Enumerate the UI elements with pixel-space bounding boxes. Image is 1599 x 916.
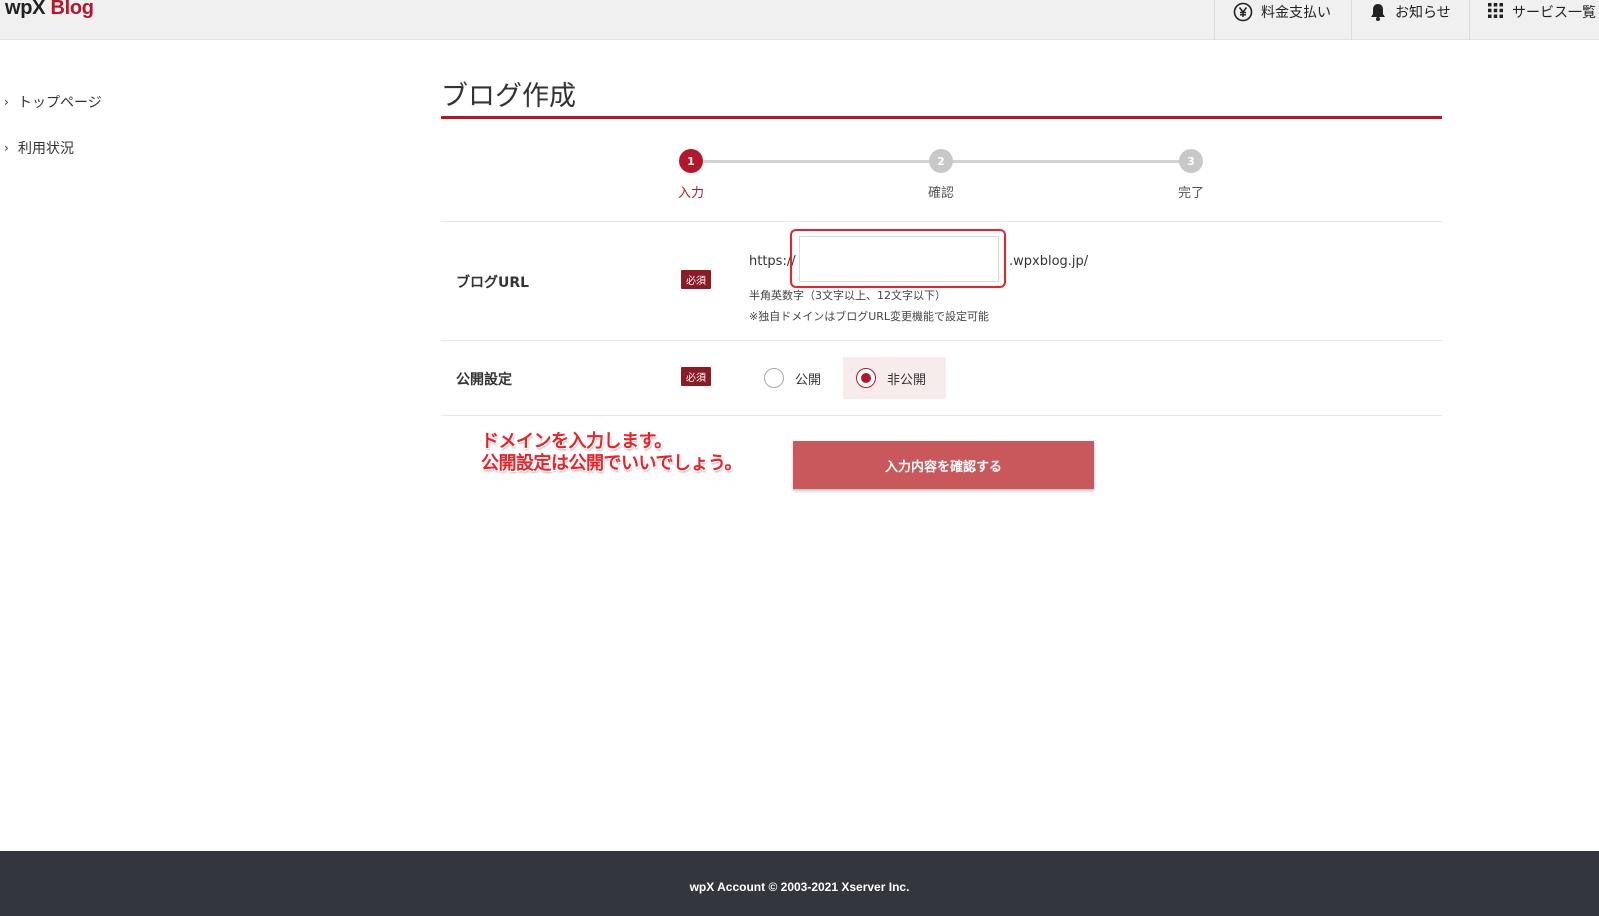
nav-payment-label: 料金支払い <box>1261 5 1331 21</box>
chevron-right-icon: › <box>4 141 9 155</box>
radio-public[interactable] <box>764 368 784 388</box>
annotation-line-2: 公開設定は公開でいいでしょう。 <box>481 453 742 474</box>
sidebar-item-label: 利用状況 <box>18 141 74 157</box>
instruction-annotation: ドメインを入力します。 公開設定は公開でいいでしょう。 <box>481 431 742 475</box>
visibility-label: 公開設定 <box>456 372 512 388</box>
url-prefix: https:// <box>749 254 796 269</box>
title-underline <box>441 116 1442 119</box>
step-2-indicator: 2 <box>929 149 953 173</box>
sidebar-item-usage[interactable]: › 利用状況 <box>4 138 74 158</box>
annotation-line-1: ドメインを入力します。 <box>481 431 672 452</box>
radio-label-private: 非公開 <box>887 372 927 388</box>
radio-private[interactable] <box>856 368 876 388</box>
step-1-indicator: 1 <box>679 149 703 173</box>
step-2-label: 確認 <box>927 186 954 201</box>
nav-news[interactable]: お知らせ <box>1351 0 1469 40</box>
nav-services-label: サービス一覧 <box>1512 5 1596 21</box>
step-connector <box>691 160 941 163</box>
required-badge: 必須 <box>681 367 711 386</box>
nav-payment[interactable]: 料金支払い <box>1214 0 1351 40</box>
divider <box>441 415 1442 416</box>
sidebar-item-label: トップページ <box>18 95 102 111</box>
url-help-text: 半角英数字（3文字以上、12文字以下） <box>749 289 946 302</box>
custom-domain-note: ※独自ドメインはブログURL変更機能で設定可能 <box>749 310 990 323</box>
page-footer: wpX Account © 2003-2021 Xserver Inc. <box>0 851 1599 916</box>
yen-icon <box>1233 2 1253 26</box>
footer-copyright: wpX Account © 2003-2021 Xserver Inc. <box>689 879 910 894</box>
divider <box>441 221 1442 222</box>
grid-icon <box>1487 2 1504 23</box>
confirm-input-button[interactable]: 入力内容を確認する <box>793 441 1094 489</box>
top-header: wpX Blog 料金支払い お知らせ サービス一覧 <box>0 0 1599 40</box>
sidebar-item-top-page[interactable]: › トップページ <box>4 92 102 112</box>
wpx-blog-logo[interactable]: wpX Blog <box>5 0 94 20</box>
step-1-label: 入力 <box>677 186 704 201</box>
step-3-indicator: 3 <box>1179 149 1203 173</box>
blog-url-input[interactable] <box>799 236 999 282</box>
nav-news-label: お知らせ <box>1395 5 1451 21</box>
url-suffix: .wpxblog.jp/ <box>1009 254 1089 269</box>
visibility-option-public[interactable]: 公開 <box>755 357 845 399</box>
nav-services[interactable]: サービス一覧 <box>1469 0 1599 40</box>
bell-icon <box>1369 2 1387 26</box>
visibility-option-private[interactable]: 非公開 <box>843 357 946 399</box>
required-badge: 必須 <box>681 270 711 289</box>
divider <box>441 340 1442 341</box>
step-3-label: 完了 <box>1177 186 1204 201</box>
page-title: ブログ作成 <box>441 81 576 112</box>
step-connector <box>941 160 1191 163</box>
blog-url-label: ブログURL <box>456 275 530 291</box>
radio-label-public: 公開 <box>795 372 822 388</box>
chevron-right-icon: › <box>4 95 9 109</box>
